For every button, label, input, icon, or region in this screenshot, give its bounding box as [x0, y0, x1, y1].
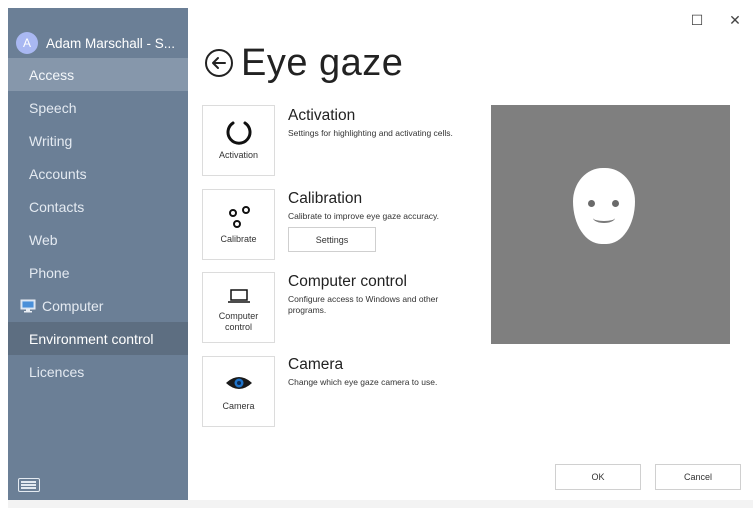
- maximize-button[interactable]: ☐: [689, 12, 705, 28]
- sidebar-item-label: Web: [29, 231, 58, 248]
- tile-label-line2: control: [224, 322, 252, 332]
- section-title: Camera: [288, 356, 344, 373]
- calibration-settings-button[interactable]: Settings: [288, 227, 376, 252]
- back-arrow-icon[interactable]: [205, 49, 233, 77]
- calibrate-tile[interactable]: Calibrate: [202, 189, 275, 260]
- sidebar-item-licences[interactable]: Licences: [8, 355, 188, 388]
- window-shadow: [8, 500, 753, 508]
- sidebar-item-accounts[interactable]: Accounts: [8, 157, 188, 190]
- computer-control-tile[interactable]: Computer control: [202, 272, 275, 343]
- page-title: Eye gaze: [241, 41, 404, 84]
- ok-button[interactable]: OK: [555, 464, 641, 490]
- sidebar-item-web[interactable]: Web: [8, 223, 188, 256]
- sidebar-item-computer[interactable]: Computer: [8, 289, 188, 322]
- activation-arc-icon: [219, 114, 259, 150]
- sidebar-item-label: Phone: [29, 264, 70, 281]
- sidebar-item-contacts[interactable]: Contacts: [8, 190, 188, 223]
- avatar: A: [16, 32, 38, 54]
- sidebar-item-environment-control[interactable]: Environment control: [8, 322, 188, 355]
- user-account[interactable]: A Adam Marschall - S...: [16, 29, 175, 57]
- sidebar-item-label: Access: [29, 66, 75, 83]
- activation-tile[interactable]: Activation: [202, 105, 275, 176]
- mouth: [593, 213, 615, 223]
- sidebar-item-label: Writing: [29, 132, 73, 149]
- eye-icon: [219, 365, 259, 401]
- section-description: Change which eye gaze camera to use.: [288, 377, 438, 387]
- section-description: Calibrate to improve eye gaze accuracy.: [288, 211, 440, 221]
- tile-label: Calibrate: [220, 234, 257, 244]
- left-eye: [588, 200, 595, 207]
- sidebar-item-label: Computer: [42, 297, 104, 314]
- sidebar-item-writing[interactable]: Writing: [8, 124, 188, 157]
- calibration-section: Calibration Calibrate to improve eye gaz…: [288, 190, 478, 222]
- section-title: Calibration: [288, 190, 363, 207]
- activation-section: Activation Settings for highlighting and…: [288, 107, 478, 139]
- computer-monitor-icon: [20, 299, 36, 313]
- calibration-dots-icon: [219, 198, 259, 234]
- eye-gaze-preview: [491, 105, 730, 344]
- keyboard-icon[interactable]: [18, 478, 40, 492]
- laptop-icon: [219, 281, 259, 311]
- sidebar-item-label: Environment control: [29, 330, 154, 347]
- sidebar-item-label: Speech: [29, 99, 77, 116]
- computer-control-section: Computer control Configure access to Win…: [288, 273, 478, 316]
- sidebar-item-access[interactable]: Access: [8, 58, 188, 91]
- cancel-button[interactable]: Cancel: [655, 464, 741, 490]
- camera-tile[interactable]: Camera: [202, 356, 275, 427]
- sidebar-item-phone[interactable]: Phone: [8, 256, 188, 289]
- tile-label: Activation: [218, 150, 259, 160]
- eye-gaze-settings-window: A Adam Marschall - S... Access Speech Wr…: [0, 0, 753, 508]
- sidebar-item-label: Contacts: [29, 198, 85, 215]
- section-title: Computer control: [288, 273, 407, 290]
- page-header: Eye gaze: [205, 38, 403, 88]
- camera-section: Camera Change which eye gaze camera to u…: [288, 356, 478, 388]
- section-description: Configure access to Windows and other pr…: [288, 294, 439, 315]
- sidebar-item-label: Accounts: [29, 165, 87, 182]
- close-button[interactable]: ✕: [727, 12, 743, 28]
- sidebar-item-speech[interactable]: Speech: [8, 91, 188, 124]
- tile-label: Camera: [222, 401, 255, 411]
- user-name: Adam Marschall - S...: [46, 35, 176, 51]
- right-eye: [612, 200, 619, 207]
- section-title: Activation: [288, 107, 356, 124]
- tile-label-line1: Computer: [218, 311, 259, 321]
- sidebar: A Adam Marschall - S... Access Speech Wr…: [8, 8, 188, 500]
- section-description: Settings for highlighting and activating…: [288, 128, 453, 138]
- sidebar-item-label: Licences: [29, 363, 85, 380]
- face-icon: [573, 168, 635, 244]
